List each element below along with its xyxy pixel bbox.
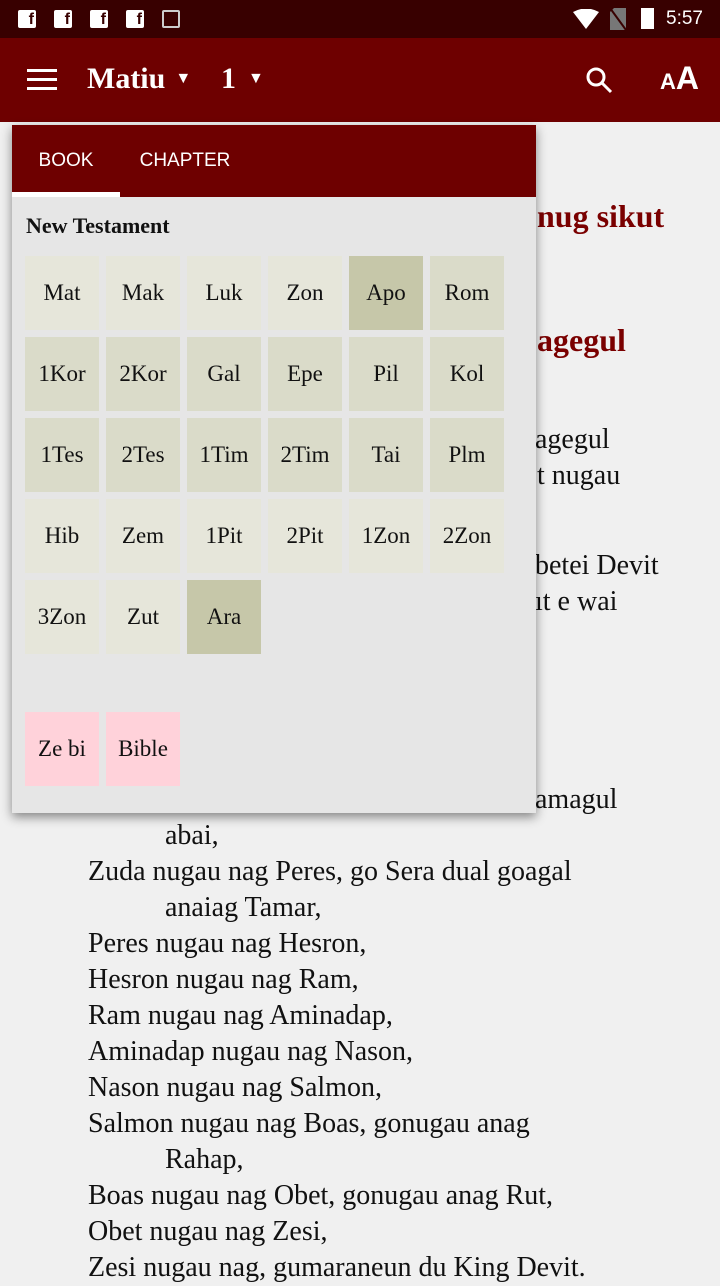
tab-book[interactable]: BOOK bbox=[12, 125, 120, 197]
section-heading: agegul bbox=[537, 322, 626, 358]
verse-line: Hesron nugau nag Ram, bbox=[88, 964, 359, 995]
verse-line: Zesi nugau nag, gumaraneun du King Devit… bbox=[88, 1252, 586, 1283]
dropdown-arrow-icon: ▼ bbox=[248, 70, 264, 87]
book-chapter-picker: BOOK CHAPTER New Testament Mat Mak Luk Zon A… bbox=[12, 125, 536, 813]
book-button[interactable]: Kol bbox=[430, 337, 504, 411]
book-button[interactable]: Zon bbox=[268, 256, 342, 330]
book-button[interactable]: Zem bbox=[106, 499, 180, 573]
book-button[interactable]: 1Tes bbox=[25, 418, 99, 492]
book-button[interactable]: Mat bbox=[25, 256, 99, 330]
verse-line: Nason nugau nag Salmon, bbox=[88, 1072, 382, 1103]
image-icon bbox=[162, 10, 180, 28]
verse-fragment: betei Devit bbox=[535, 550, 659, 581]
verse-fragment: ıt e wai bbox=[535, 586, 618, 617]
no-sim-icon bbox=[610, 8, 626, 30]
facebook-icon: f bbox=[90, 10, 108, 28]
book-button[interactable]: Apo bbox=[349, 256, 423, 330]
book-button[interactable]: 1Zon bbox=[349, 499, 423, 573]
verse-line: Salmon nugau nag Boas, gonugau anag bbox=[88, 1108, 530, 1139]
picker-tabs: BOOK CHAPTER bbox=[12, 125, 536, 197]
extra-button[interactable]: Bible bbox=[106, 712, 180, 786]
book-button[interactable]: 2Kor bbox=[106, 337, 180, 411]
clock: 5:57 bbox=[666, 8, 703, 29]
hamburger-icon[interactable] bbox=[27, 69, 57, 91]
verse-fragment: t nugau bbox=[537, 460, 621, 491]
verse-line: Ram nugau nag Aminadap, bbox=[88, 1000, 393, 1031]
book-button[interactable]: Pil bbox=[349, 337, 423, 411]
facebook-icon: f bbox=[126, 10, 144, 28]
book-button[interactable]: 2Tes bbox=[106, 418, 180, 492]
book-button[interactable]: Tai bbox=[349, 418, 423, 492]
book-button[interactable]: Mak bbox=[106, 256, 180, 330]
book-button[interactable]: Gal bbox=[187, 337, 261, 411]
book-button[interactable]: 1Tim bbox=[187, 418, 261, 492]
battery-icon bbox=[641, 8, 654, 29]
dropdown-arrow-icon: ▼ bbox=[175, 70, 192, 87]
tab-label: BOOK bbox=[38, 150, 94, 171]
font-size-icon[interactable]: AA bbox=[660, 60, 699, 97]
verse-line: anaiag Tamar, bbox=[165, 892, 322, 923]
verse-text: abai, Zuda nugau nag Peres, go Sera dual … bbox=[0, 818, 720, 1286]
book-button[interactable]: Plm bbox=[430, 418, 504, 492]
section-title: New Testament bbox=[26, 213, 170, 238]
book-name: Matiu bbox=[87, 62, 166, 95]
book-button[interactable]: 1Kor bbox=[25, 337, 99, 411]
book-button[interactable]: 3Zon bbox=[25, 580, 99, 654]
status-bar: f f f f 5:57 bbox=[0, 0, 720, 38]
book-selector[interactable]: Matiu ▼ bbox=[87, 62, 191, 96]
verse-line: Zuda nugau nag Peres, go Sera dual goaga… bbox=[88, 856, 572, 887]
verse-line: Aminadap nugau nag Nason, bbox=[88, 1036, 414, 1067]
verse-fragment: agegul bbox=[535, 424, 610, 455]
verse-line: Boas nugau nag Obet, gonugau anag Rut, bbox=[88, 1180, 554, 1211]
book-button[interactable]: 1Pit bbox=[187, 499, 261, 573]
verse-line: Peres nugau nag Hesron, bbox=[88, 928, 367, 959]
section-heading: nug sikut bbox=[537, 198, 665, 234]
chapter-selector[interactable]: 1 ▼ bbox=[221, 62, 264, 96]
book-button[interactable]: 2Tim bbox=[268, 418, 342, 492]
verse-line: Rahap, bbox=[165, 1144, 244, 1175]
book-button[interactable]: 2Pit bbox=[268, 499, 342, 573]
book-button[interactable]: Zut bbox=[106, 580, 180, 654]
wifi-icon bbox=[573, 9, 599, 29]
tab-indicator bbox=[12, 192, 120, 197]
book-button[interactable]: Hib bbox=[25, 499, 99, 573]
verse-line: abai, bbox=[165, 820, 219, 851]
book-button[interactable]: Epe bbox=[268, 337, 342, 411]
verse-fragment: amagul bbox=[535, 784, 618, 815]
book-button[interactable]: Ara bbox=[187, 580, 261, 654]
book-button[interactable]: Luk bbox=[187, 256, 261, 330]
extra-button[interactable]: Ze bi bbox=[25, 712, 99, 786]
book-button[interactable]: Rom bbox=[430, 256, 504, 330]
tab-label: CHAPTER bbox=[139, 150, 231, 171]
chapter-number: 1 bbox=[221, 62, 236, 95]
facebook-icon: f bbox=[54, 10, 72, 28]
facebook-icon: f bbox=[18, 10, 36, 28]
book-button[interactable]: 2Zon bbox=[430, 499, 504, 573]
app-bar: Matiu ▼ 1 ▼ AA bbox=[0, 38, 720, 122]
verse-line: Obet nugau nag Zesi, bbox=[88, 1216, 328, 1247]
search-icon[interactable] bbox=[585, 66, 615, 96]
tab-chapter[interactable]: CHAPTER bbox=[120, 125, 250, 197]
